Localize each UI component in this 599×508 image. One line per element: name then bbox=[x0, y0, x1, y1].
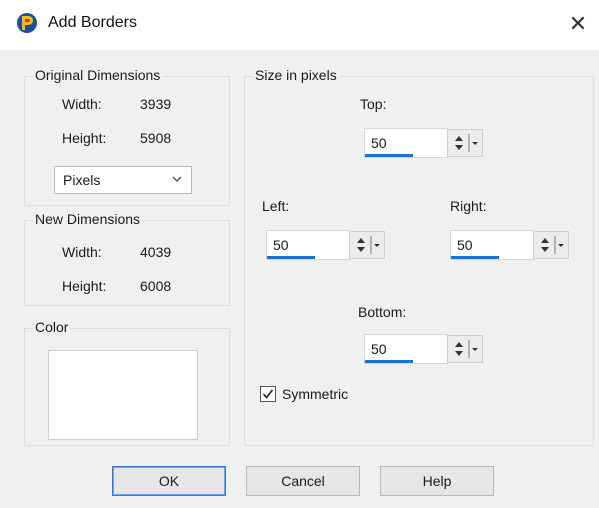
add-borders-dialog: Add Borders ✕ Original Dimensions Width:… bbox=[0, 0, 599, 508]
cancel-button[interactable]: Cancel bbox=[246, 466, 360, 496]
new-height-value: 6008 bbox=[140, 278, 172, 294]
original-width-label: Width: bbox=[62, 96, 102, 112]
left-label: Left: bbox=[262, 198, 290, 214]
symmetric-checkbox[interactable] bbox=[260, 386, 276, 402]
right-input-focus-underline bbox=[451, 256, 499, 259]
right-spin-button[interactable] bbox=[533, 231, 569, 259]
units-select-value: Pixels bbox=[63, 172, 101, 188]
checkmark-icon bbox=[262, 389, 274, 399]
top-spin-button[interactable] bbox=[447, 129, 483, 157]
left-spin-button[interactable] bbox=[349, 231, 385, 259]
bottom-label: Bottom: bbox=[358, 304, 407, 320]
color-label: Color bbox=[33, 319, 71, 335]
title-bar: Add Borders ✕ bbox=[0, 0, 599, 50]
original-height-value: 5908 bbox=[140, 130, 172, 146]
new-width-label: Width: bbox=[62, 244, 102, 260]
top-input-focus-underline bbox=[365, 154, 413, 157]
bottom-spin-button[interactable] bbox=[447, 335, 483, 363]
left-value: 50 bbox=[273, 237, 289, 253]
units-select[interactable]: Pixels bbox=[54, 166, 192, 194]
right-label: Right: bbox=[450, 198, 487, 214]
original-height-label: Height: bbox=[62, 130, 107, 146]
window-title: Add Borders bbox=[48, 14, 137, 31]
symmetric-label[interactable]: Symmetric bbox=[282, 386, 348, 402]
new-dimensions-group: New Dimensions bbox=[24, 211, 230, 306]
spin-up-down-icon bbox=[357, 236, 380, 254]
new-width-value: 4039 bbox=[140, 244, 172, 260]
color-swatch[interactable] bbox=[48, 350, 198, 440]
left-input[interactable]: 50 bbox=[266, 230, 350, 260]
top-value: 50 bbox=[371, 135, 387, 151]
size-in-pixels-label: Size in pixels bbox=[253, 67, 339, 83]
help-button[interactable]: Help bbox=[380, 466, 494, 496]
app-icon bbox=[17, 13, 37, 33]
original-dimensions-label: Original Dimensions bbox=[33, 67, 163, 83]
original-width-value: 3939 bbox=[140, 96, 172, 112]
close-icon[interactable]: ✕ bbox=[566, 12, 590, 36]
top-label: Top: bbox=[360, 96, 387, 112]
right-input[interactable]: 50 bbox=[450, 230, 534, 260]
bottom-input[interactable]: 50 bbox=[364, 334, 448, 364]
bottom-value: 50 bbox=[371, 341, 387, 357]
ok-button[interactable]: OK bbox=[112, 466, 226, 496]
new-height-label: Height: bbox=[62, 278, 107, 294]
bottom-input-focus-underline bbox=[365, 360, 413, 363]
left-input-focus-underline bbox=[267, 256, 315, 259]
spin-up-down-icon bbox=[541, 236, 564, 254]
spin-up-down-icon bbox=[455, 340, 478, 358]
right-value: 50 bbox=[457, 237, 473, 253]
new-dimensions-label: New Dimensions bbox=[33, 211, 143, 227]
top-input[interactable]: 50 bbox=[364, 128, 448, 158]
chevron-down-icon bbox=[172, 176, 182, 182]
spin-up-down-icon bbox=[455, 134, 478, 152]
